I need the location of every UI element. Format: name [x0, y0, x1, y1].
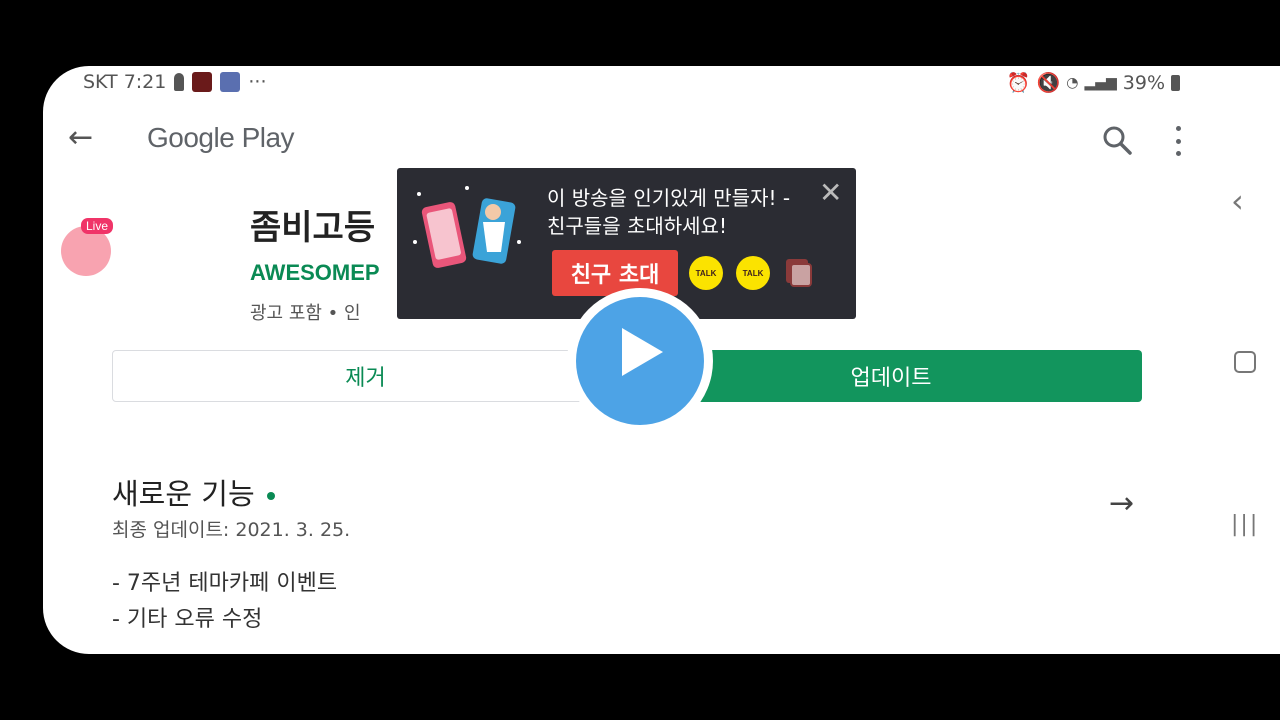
close-icon[interactable]: ✕ — [819, 176, 842, 209]
release-note-item: - 7주년 테마카페 이벤트 — [112, 571, 338, 596]
nav-home-icon[interactable] — [1234, 351, 1256, 373]
more-notifications-icon: ··· — [248, 71, 267, 93]
last-updated: 최종 업데이트: 2021. 3. 25. — [112, 519, 351, 541]
app-toolbar: ← Google Play — [43, 108, 1223, 172]
app-title: 좀비고등 — [250, 208, 376, 248]
back-arrow-icon[interactable]: ← — [68, 120, 93, 155]
nav-back-icon[interactable]: ‹ — [1231, 182, 1244, 220]
uninstall-button[interactable]: 제거 — [112, 350, 619, 402]
status-carrier-time: SKT 7:21 — [83, 71, 167, 93]
kakaotalk-share-icon[interactable]: TALK — [736, 256, 770, 290]
nav-recents-icon[interactable]: ||| — [1231, 512, 1259, 537]
arrow-right-icon[interactable]: → — [1109, 486, 1134, 521]
toolbar-title: Google Play — [147, 122, 295, 153]
signal-icon: ▂▄▆ — [1084, 74, 1117, 91]
play-button[interactable] — [567, 288, 713, 434]
status-bar: SKT 7:21 ··· ⏰ 🔇 ◔ ▂▄▆ 39% — [83, 71, 1180, 97]
update-button[interactable]: 업데이트 — [640, 350, 1142, 402]
release-notes: - 7주년 테마카페 이벤트 - 기타 오류 수정 — [112, 566, 337, 638]
notification-game-icon — [220, 72, 241, 92]
play-icon — [622, 328, 663, 376]
release-note-item: - 기타 오류 수정 — [112, 607, 263, 632]
overflow-menu-icon[interactable] — [1171, 126, 1185, 156]
battery-percent: 39% — [1122, 71, 1165, 94]
whats-new-heading: 새로운 기능 — [112, 471, 275, 513]
developer-link[interactable]: AWESOMEP — [250, 260, 380, 286]
copy-link-icon[interactable] — [783, 256, 815, 290]
popup-line-1: 이 방송을 인기있게 만들자! - — [547, 186, 791, 210]
invite-illustration-icon — [413, 186, 521, 268]
new-dot-icon — [266, 492, 275, 500]
live-broadcast-widget[interactable]: Live — [61, 218, 114, 276]
popup-line-2: 친구들을 초대하세요! — [547, 214, 727, 238]
battery-icon — [1171, 74, 1180, 91]
invite-friends-button[interactable]: 친구 초대 — [552, 250, 678, 296]
search-icon[interactable] — [1101, 124, 1133, 156]
kakaotalk-share-icon[interactable]: TALK — [689, 256, 723, 290]
mute-icon: 🔇 — [1036, 72, 1061, 94]
popup-message: 이 방송을 인기있게 만들자! - 친구들을 초대하세요! — [547, 184, 817, 240]
whats-new-label: 새로운 기능 — [112, 477, 255, 511]
person-icon — [174, 73, 185, 91]
notification-app-icon — [192, 72, 213, 92]
alarm-icon: ⏰ — [1006, 72, 1031, 94]
wifi-icon: ◔ — [1066, 74, 1079, 91]
app-meta: 광고 포함 • 인 — [250, 303, 361, 324]
live-badge: Live — [81, 218, 114, 234]
